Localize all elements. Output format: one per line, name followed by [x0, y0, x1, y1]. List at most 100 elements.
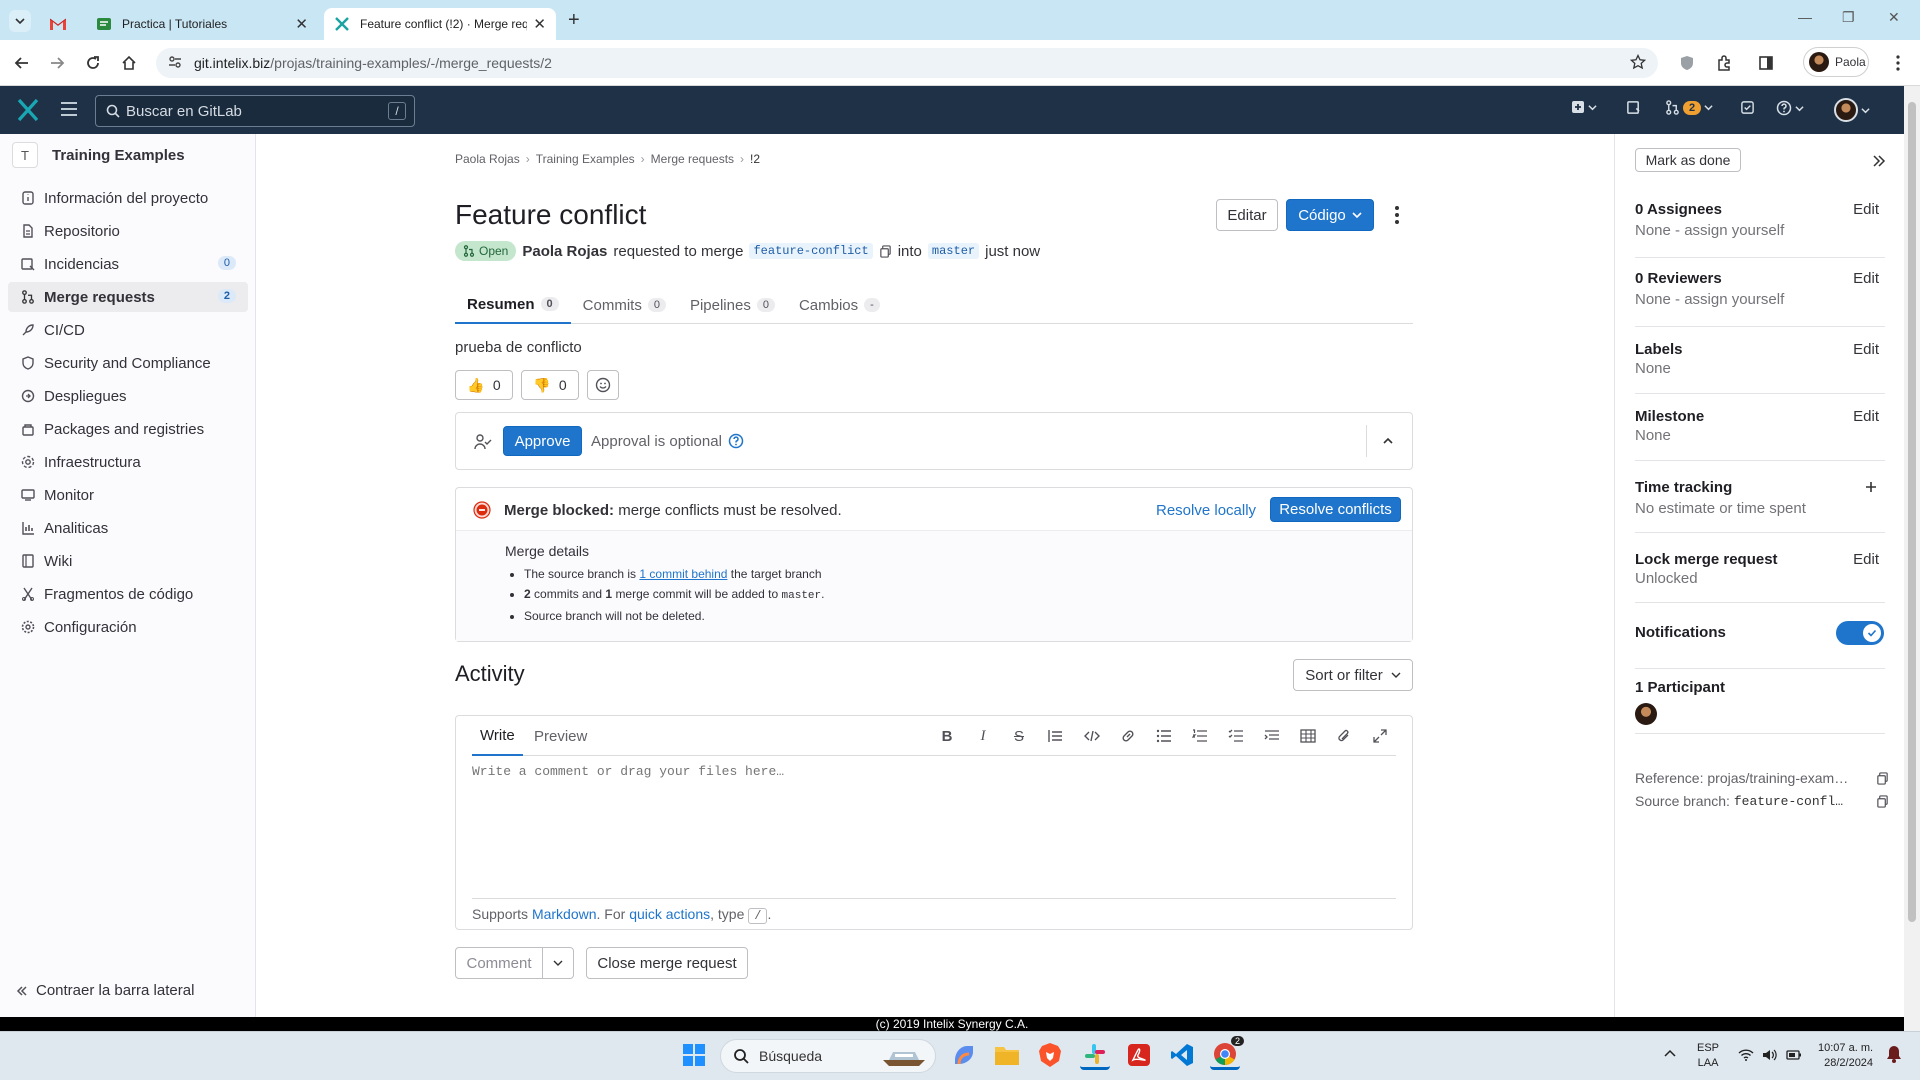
- windows-start-icon[interactable]: [679, 1040, 709, 1070]
- author-link[interactable]: Paola Rojas: [522, 243, 607, 260]
- avatar[interactable]: [1635, 703, 1657, 725]
- chevron-up-icon[interactable]: [1382, 435, 1394, 447]
- close-window-icon[interactable]: ✕: [1888, 9, 1900, 26]
- approve-button[interactable]: Approve: [503, 426, 582, 456]
- address-bar[interactable]: git.intelix.biz/projas/training-examples…: [156, 48, 1658, 78]
- create-new-button[interactable]: [1571, 100, 1597, 114]
- task-list-icon[interactable]: [1226, 726, 1246, 746]
- clock[interactable]: 10:07 a. m. 28/2/2024: [1818, 1041, 1873, 1071]
- close-merge-request-button[interactable]: Close merge request: [586, 947, 748, 979]
- browser-tab-tutoriales[interactable]: Practica | Tutoriales ✕: [86, 8, 318, 40]
- milestone-edit-link[interactable]: Edit: [1853, 408, 1879, 425]
- sort-filter-dropdown[interactable]: Sort or filter: [1293, 659, 1413, 691]
- hamburger-menu-icon[interactable]: [60, 102, 78, 116]
- gitlab-search-input[interactable]: Buscar en GitLab /: [95, 95, 415, 127]
- collapse-sidebar-button[interactable]: Contraer la barra lateral: [16, 982, 194, 999]
- comment-textarea[interactable]: [472, 764, 1396, 874]
- sidebar-item-infrastructure[interactable]: Infraestructura: [8, 447, 248, 477]
- comment-button[interactable]: Comment: [455, 947, 543, 979]
- chrome-icon[interactable]: 2: [1210, 1036, 1244, 1070]
- more-actions-icon[interactable]: [1390, 203, 1404, 227]
- breadcrumb-item[interactable]: !2: [750, 152, 760, 166]
- code-dropdown-button[interactable]: Código: [1286, 199, 1374, 231]
- sidebar-item-packages[interactable]: Packages and registries: [8, 414, 248, 444]
- collapse-right-sidebar-icon[interactable]: [1872, 154, 1886, 168]
- project-header[interactable]: T Training Examples: [12, 142, 185, 168]
- tab-preview[interactable]: Preview: [526, 716, 595, 756]
- quick-actions-link[interactable]: quick actions: [629, 906, 710, 922]
- quote-icon[interactable]: [1045, 726, 1065, 746]
- numbered-list-icon[interactable]: [1190, 726, 1210, 746]
- bookmark-star-icon[interactable]: [1630, 54, 1646, 70]
- breadcrumb-item[interactable]: Training Examples: [536, 152, 635, 166]
- tab-changes[interactable]: Cambios -: [787, 286, 892, 324]
- sidebar-item-snippets[interactable]: Fragmentos de código: [8, 579, 248, 609]
- labels-edit-link[interactable]: Edit: [1853, 341, 1879, 358]
- restore-icon[interactable]: ❐: [1842, 9, 1855, 26]
- vscode-icon[interactable]: [1167, 1040, 1197, 1070]
- system-tray-icons[interactable]: [1738, 1048, 1802, 1062]
- resolve-conflicts-button[interactable]: Resolve conflicts: [1270, 497, 1401, 522]
- browser-menu-icon[interactable]: [1887, 52, 1909, 74]
- strikethrough-icon[interactable]: S: [1009, 726, 1029, 746]
- commits-behind-link[interactable]: 1 commit behind: [639, 567, 727, 581]
- tab-overview[interactable]: Resumen 0: [455, 286, 571, 324]
- sidebar-item-analytics[interactable]: Analiticas: [8, 513, 248, 543]
- sidebar-item-security[interactable]: Security and Compliance: [8, 348, 248, 378]
- browser-tab-gmail[interactable]: [40, 8, 90, 40]
- lock-edit-link[interactable]: Edit: [1853, 551, 1879, 568]
- merge-requests-nav-button[interactable]: 2: [1665, 100, 1713, 115]
- todos-nav-button[interactable]: [1740, 100, 1755, 115]
- site-info-icon[interactable]: [168, 55, 182, 69]
- mark-as-done-button[interactable]: Mark as done: [1635, 148, 1741, 172]
- close-tab-icon[interactable]: ✕: [295, 15, 308, 33]
- copy-icon[interactable]: [879, 244, 892, 258]
- extension-shield-icon[interactable]: [1676, 52, 1698, 74]
- thumbs-down-reaction-button[interactable]: 👎 0: [521, 370, 579, 400]
- copy-icon[interactable]: [1876, 771, 1889, 785]
- tab-write[interactable]: Write: [472, 716, 523, 756]
- plus-icon[interactable]: [1865, 481, 1877, 493]
- acrobat-icon[interactable]: [1124, 1040, 1154, 1070]
- code-icon[interactable]: [1082, 726, 1102, 746]
- sidebar-item-monitor[interactable]: Monitor: [8, 480, 248, 510]
- assignees-edit-link[interactable]: Edit: [1853, 201, 1879, 218]
- assignees-value[interactable]: None - assign yourself: [1635, 222, 1885, 239]
- minimize-icon[interactable]: —: [1798, 9, 1812, 25]
- bold-icon[interactable]: B: [937, 726, 957, 746]
- reload-icon[interactable]: [82, 52, 104, 74]
- user-menu-button[interactable]: [1834, 98, 1870, 122]
- page-scrollbar[interactable]: [1904, 86, 1920, 1031]
- tray-overflow-chevron-icon[interactable]: [1664, 1048, 1676, 1058]
- tab-pipelines[interactable]: Pipelines 0: [678, 286, 787, 324]
- reviewers-edit-link[interactable]: Edit: [1853, 270, 1879, 287]
- forward-icon[interactable]: [46, 52, 68, 74]
- source-branch-chip[interactable]: feature-conflict: [749, 243, 873, 259]
- resolve-locally-button[interactable]: Resolve locally: [1156, 502, 1256, 519]
- sidebar-item-deployments[interactable]: Despliegues: [8, 381, 248, 411]
- thumbs-up-reaction-button[interactable]: 👍 0: [455, 370, 513, 400]
- sidebar-item-issues[interactable]: Incidencias 0: [8, 249, 248, 279]
- browser-tab-gitlab[interactable]: Feature conflict (!2) · Merge req ✕: [324, 8, 556, 40]
- keyboard-language-indicator[interactable]: ESP LAA: [1697, 1041, 1719, 1071]
- copy-icon[interactable]: [1876, 794, 1889, 808]
- sidebar-item-project-info[interactable]: Información del proyecto: [8, 183, 248, 213]
- back-icon[interactable]: [11, 52, 33, 74]
- italic-icon[interactable]: I: [973, 726, 993, 746]
- notification-bell-icon[interactable]: [1887, 1045, 1901, 1063]
- table-icon[interactable]: [1298, 726, 1318, 746]
- tab-commits[interactable]: Commits 0: [571, 286, 678, 324]
- file-explorer-icon[interactable]: [992, 1040, 1022, 1070]
- taskbar-search-input[interactable]: Búsqueda: [720, 1039, 936, 1073]
- sidebar-item-wiki[interactable]: Wiki: [8, 546, 248, 576]
- fullscreen-icon[interactable]: [1370, 726, 1390, 746]
- breadcrumb-item[interactable]: Merge requests: [651, 152, 734, 166]
- sidebar-item-repository[interactable]: Repositorio: [8, 216, 248, 246]
- help-icon[interactable]: [728, 433, 744, 449]
- collapsible-section-icon[interactable]: [1262, 726, 1282, 746]
- browser-profile-button[interactable]: Paola: [1803, 47, 1869, 77]
- target-branch-chip[interactable]: master: [927, 243, 980, 259]
- reviewers-value[interactable]: None - assign yourself: [1635, 291, 1885, 308]
- new-tab-icon[interactable]: +: [568, 10, 580, 30]
- brave-browser-icon[interactable]: [1035, 1040, 1065, 1070]
